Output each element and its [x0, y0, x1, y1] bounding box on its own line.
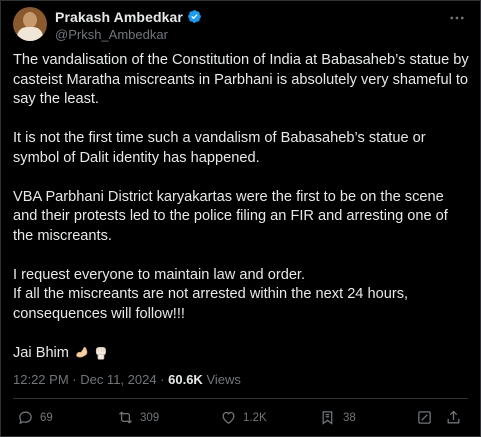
reply-icon [17, 409, 34, 426]
action-bar: 69 309 1.2K 38 [13, 405, 468, 431]
timestamp[interactable]: 12:22 PM · Dec 11, 2024 · [13, 372, 168, 387]
share-button[interactable] [445, 409, 462, 426]
tweet-paragraph: I request everyone to maintain law and o… [13, 266, 409, 322]
grok-icon [416, 409, 433, 426]
more-icon[interactable] [448, 9, 466, 27]
raised-fist-emoji-icon [92, 344, 109, 368]
repost-count: 309 [140, 411, 160, 424]
bookmark-count: 38 [343, 411, 356, 424]
repost-button[interactable]: 309 [117, 409, 159, 426]
grok-button[interactable] [416, 409, 433, 426]
tweet-meta: 12:22 PM · Dec 11, 2024 · 60.6K Views [13, 372, 241, 387]
tweet-text: The vandalisation of the Constitution of… [13, 51, 471, 387]
repost-icon [117, 409, 134, 426]
like-count: 1.2K [243, 411, 267, 424]
avatar[interactable] [13, 7, 47, 41]
display-name-row: Prakash Ambedkar [55, 8, 202, 25]
display-name[interactable]: Prakash Ambedkar [55, 9, 183, 25]
tweet-paragraph: The vandalisation of the Constitution of… [13, 52, 469, 107]
flexed-biceps-emoji-icon [74, 344, 91, 368]
divider [13, 398, 468, 399]
closing-text: Jai Bhim [13, 344, 69, 361]
bookmark-button[interactable]: 38 [320, 409, 356, 426]
share-icon [445, 409, 462, 426]
views-label: Views [202, 372, 241, 387]
author-handle[interactable]: @Prksh_Ambedkar [55, 27, 202, 42]
tweet-paragraph: It is not the first time such a vandalis… [13, 130, 426, 166]
tweet-card: Prakash Ambedkar @Prksh_Ambedkar The van… [0, 0, 481, 437]
bookmark-icon [320, 409, 337, 426]
tweet-header: Prakash Ambedkar @Prksh_Ambedkar [13, 7, 468, 47]
reply-count: 69 [40, 411, 53, 424]
avatar-face [23, 12, 37, 28]
views-count: 60.6K [168, 372, 203, 387]
author-names: Prakash Ambedkar @Prksh_Ambedkar [55, 8, 202, 42]
avatar-body [17, 27, 43, 41]
tweet-paragraph: VBA Parbhani District karyakartas were t… [13, 188, 448, 244]
reply-button[interactable]: 69 [17, 409, 53, 426]
verified-badge-icon[interactable] [187, 9, 202, 24]
tweet-closing-line: Jai Bhim [13, 344, 471, 368]
like-icon [220, 409, 237, 426]
like-button[interactable]: 1.2K [220, 409, 267, 426]
